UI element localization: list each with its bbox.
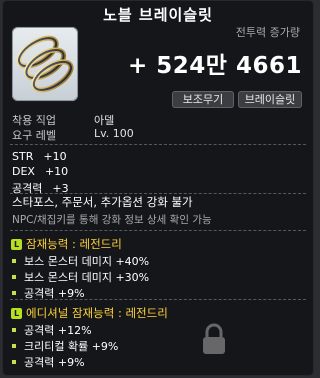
additional-potential-line-text: 공격력 +9%	[24, 356, 85, 369]
bullet-icon	[12, 344, 16, 348]
combat-power-value: + 524만 4661	[128, 53, 302, 79]
potential-header-text: 잠재능력 : 레전드리	[26, 237, 122, 251]
additional-potential-line: 공격력 +9%	[12, 354, 85, 370]
bullet-icon	[12, 291, 16, 295]
required-job-label: 착용 직업	[12, 114, 56, 127]
bracelet-icon	[16, 35, 74, 93]
bullet-icon	[12, 275, 16, 279]
additional-potential-header-text: 에디셔널 잠재능력 : 레전드리	[26, 306, 168, 320]
additional-potential-header: L 에디셔널 잠재능력 : 레전드리	[11, 305, 168, 321]
divider	[10, 299, 306, 301]
stat-name: STR	[12, 150, 34, 163]
potential-line: 보스 몬스터 데미지 +30%	[12, 269, 149, 285]
divider	[10, 144, 306, 146]
bullet-icon	[12, 259, 16, 263]
stat-str: STR +10	[12, 150, 67, 163]
item-title: 노블 브레이슬릿	[103, 6, 213, 24]
item-icon-frame	[12, 27, 78, 101]
enhancement-info-note: NPC/채집키를 통해 강화 정보 상세 확인 가능	[12, 214, 212, 226]
tag-bracelet: 브레이슬릿	[238, 91, 302, 108]
additional-potential-line-text: 공격력 +12%	[24, 324, 92, 337]
potential-line-text: 보스 몬스터 데미지 +40%	[24, 255, 150, 268]
item-tooltip: 노블 브레이슬릿 전투력 증가량 + 524만 4661 보조무기 브레이슬릿 …	[2, 0, 314, 376]
stat-value: +10	[44, 165, 69, 178]
potential-header: L 잠재능력 : 레전드리	[11, 236, 122, 252]
stat-value: +10	[43, 150, 67, 163]
additional-potential-line: 공격력 +12%	[12, 322, 92, 338]
combat-power-label: 전투력 증가량	[235, 26, 300, 39]
required-level-label: 요구 레벨	[12, 129, 56, 142]
additional-potential-line: 크리티컬 확률 +9%	[12, 338, 118, 354]
lock-icon	[203, 323, 225, 354]
legendary-badge-icon: L	[11, 308, 22, 319]
stat-dex: DEX +10	[12, 165, 68, 178]
additional-potential-line-text: 크리티컬 확률 +9%	[24, 340, 119, 353]
legendary-badge-icon: L	[11, 239, 22, 250]
potential-line: 보스 몬스터 데미지 +40%	[12, 253, 149, 269]
tag-secondary-weapon: 보조무기	[172, 91, 234, 108]
required-level-value: Lv. 100	[94, 127, 134, 140]
bullet-icon	[12, 360, 16, 364]
bullet-icon	[12, 328, 16, 332]
potential-line-text: 보스 몬스터 데미지 +30%	[24, 271, 150, 284]
divider	[10, 230, 306, 232]
stat-name: DEX	[12, 165, 35, 178]
enhancement-restriction-note: 스타포스, 주문서, 추가옵션 강화 불가	[12, 195, 193, 209]
required-job-value: 아델	[94, 114, 115, 127]
